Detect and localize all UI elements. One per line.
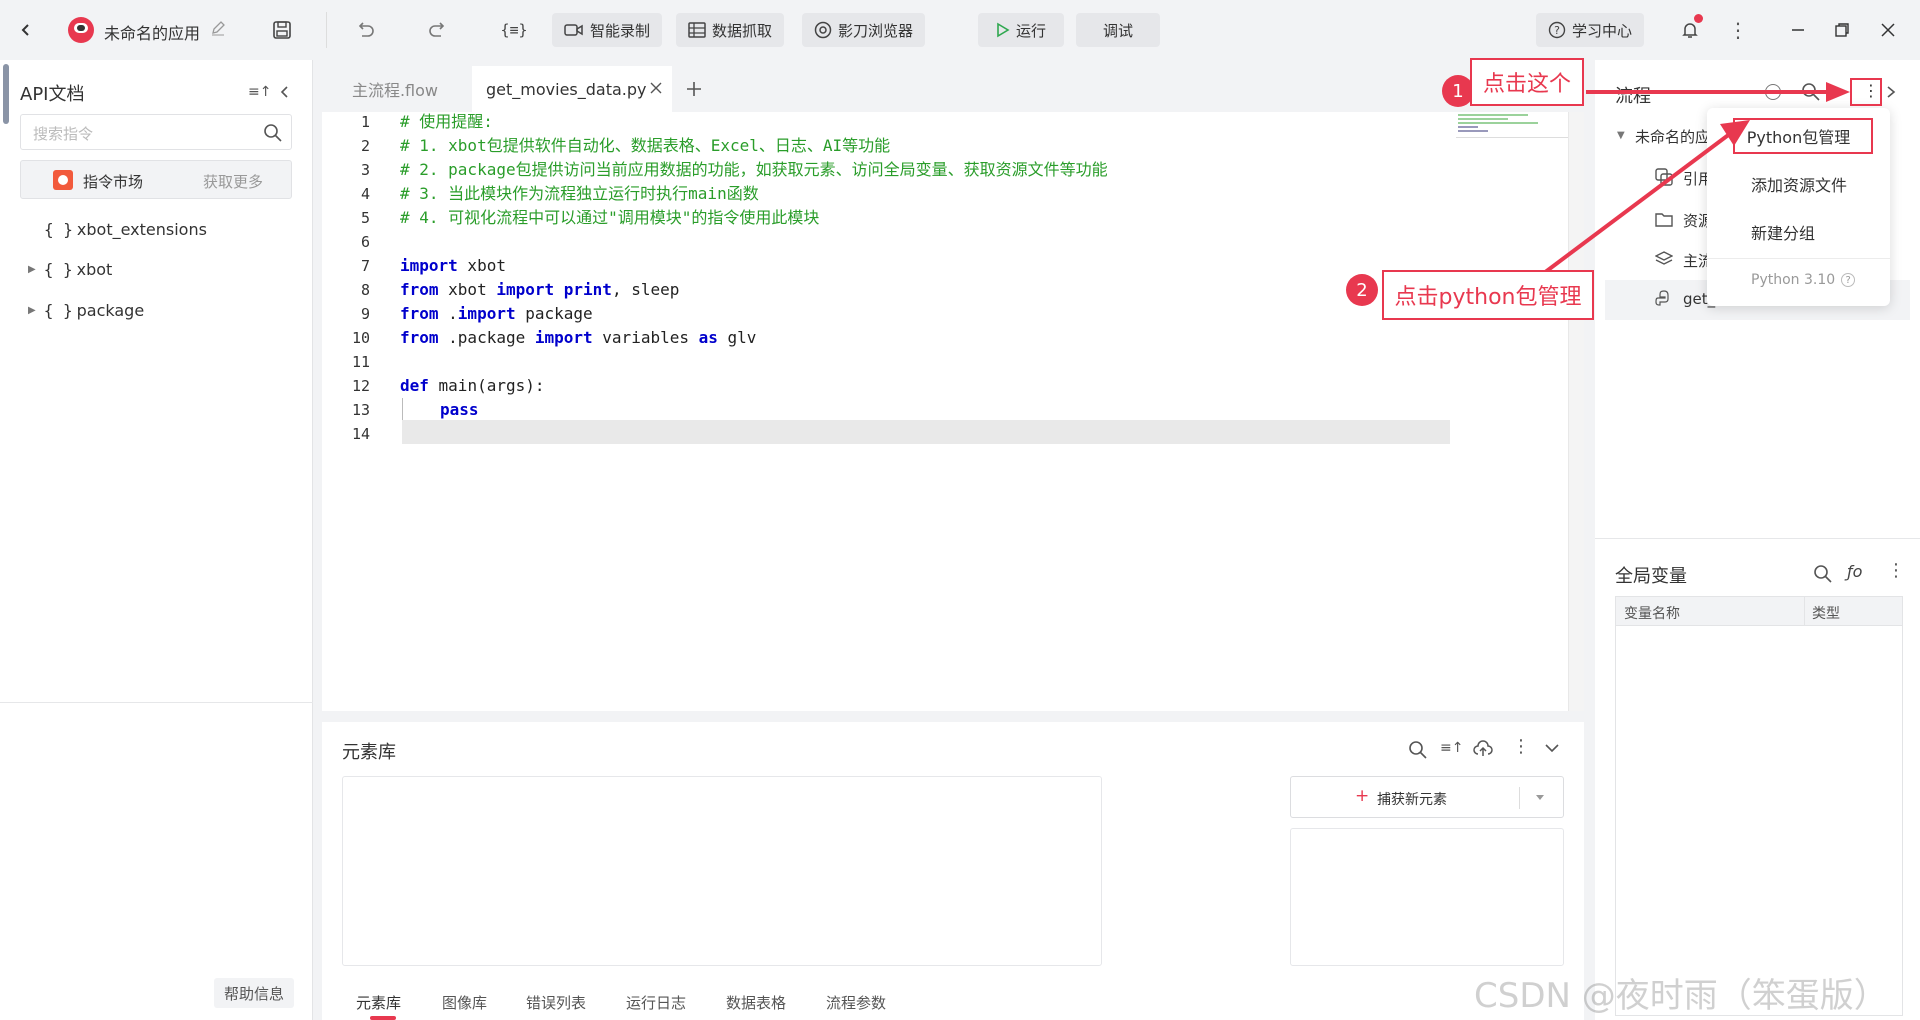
watermark-text: CSDN @夜时雨（笨蛋版） [1474,976,1888,1016]
annotation-arrows [1538,82,1850,278]
annotation-note-2: 点击python包管理 [1382,270,1594,320]
annotation-note-1: 点击这个 [1470,58,1584,106]
annotation-highlight-more-button[interactable]: ⋮ [1850,78,1882,106]
annotation-number-2: 2 [1346,274,1378,306]
